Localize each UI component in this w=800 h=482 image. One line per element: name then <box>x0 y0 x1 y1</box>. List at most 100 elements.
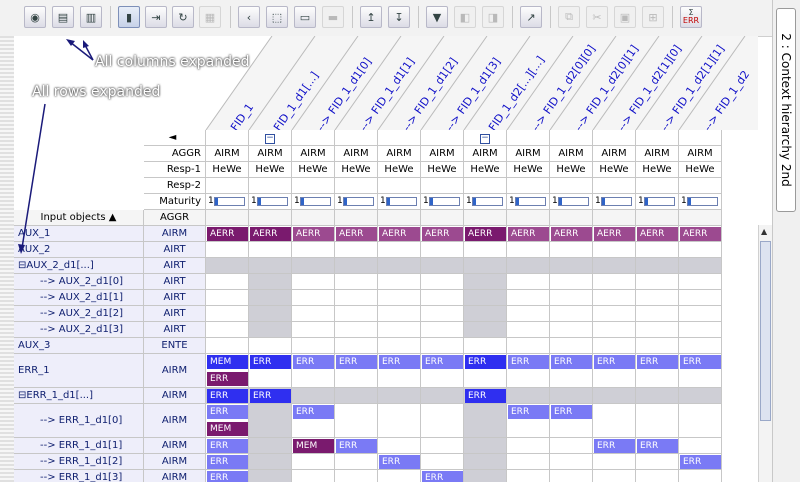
matrix-cell[interactable] <box>421 338 464 354</box>
matrix-cell[interactable] <box>378 404 421 438</box>
matrix-cell[interactable] <box>378 258 421 274</box>
move-icon[interactable]: ⇥ <box>145 6 167 28</box>
cut-cells-icon[interactable]: ⬚ <box>266 6 288 28</box>
matrix-cell[interactable] <box>679 388 722 404</box>
matrix-cell[interactable] <box>550 258 593 274</box>
sort-down-icon[interactable]: ↧ <box>388 6 410 28</box>
matrix-cell[interactable] <box>378 306 421 322</box>
status-chip[interactable]: ERR <box>680 455 721 469</box>
matrix-cell[interactable] <box>206 338 249 354</box>
status-chip[interactable]: MEM <box>207 422 248 436</box>
expand-rows-icon[interactable]: ◉ <box>24 6 46 28</box>
status-chip[interactable]: ERR <box>379 455 420 469</box>
input-objects-header[interactable]: Input objects ▲ <box>14 210 144 226</box>
row-name[interactable]: --> ERR_1_d1[3] <box>14 470 144 482</box>
matrix-cell[interactable] <box>679 470 722 482</box>
matrix-cell[interactable] <box>679 242 722 258</box>
comment-icon[interactable]: ▬ <box>322 6 344 28</box>
matrix-cell[interactable] <box>464 274 507 290</box>
matrix-cell[interactable] <box>636 290 679 306</box>
matrix-cell[interactable] <box>249 470 292 482</box>
matrix-cell[interactable] <box>378 322 421 338</box>
matrix-cell[interactable] <box>550 242 593 258</box>
matrix-cell[interactable] <box>292 274 335 290</box>
matrix-cell[interactable] <box>335 322 378 338</box>
matrix-cell[interactable] <box>206 322 249 338</box>
matrix-cell[interactable] <box>636 470 679 482</box>
matrix-cell[interactable] <box>679 274 722 290</box>
collapse-icon[interactable]: ▤ <box>52 6 74 28</box>
matrix-cell[interactable] <box>335 290 378 306</box>
header-cell-nav[interactable] <box>335 130 378 146</box>
status-chip[interactable]: AERR <box>637 227 678 241</box>
header-cell-nav[interactable] <box>636 130 679 146</box>
matrix-cell[interactable] <box>292 290 335 306</box>
row-name[interactable]: AUX_1 <box>14 226 144 242</box>
edit-icon[interactable]: ▭ <box>294 6 316 28</box>
matrix-cell[interactable] <box>464 258 507 274</box>
matrix-cell[interactable] <box>550 388 593 404</box>
matrix-cell[interactable] <box>292 338 335 354</box>
matrix-cell[interactable] <box>507 338 550 354</box>
matrix-cell[interactable] <box>679 338 722 354</box>
status-chip[interactable]: AERR <box>551 227 592 241</box>
export-icon[interactable]: ↗ <box>520 6 542 28</box>
matrix-cell[interactable] <box>464 438 507 454</box>
matrix-cell[interactable] <box>636 306 679 322</box>
status-chip[interactable]: ERR <box>336 439 377 453</box>
matrix-cell[interactable] <box>507 242 550 258</box>
matrix-cell[interactable] <box>550 454 593 470</box>
matrix-cell[interactable] <box>421 258 464 274</box>
matrix-cell[interactable] <box>206 306 249 322</box>
row-name[interactable]: --> AUX_2_d1[2] <box>14 306 144 322</box>
header-cell-nav[interactable] <box>507 130 550 146</box>
status-chip[interactable]: AERR <box>508 227 549 241</box>
matrix-cell[interactable] <box>507 438 550 454</box>
aggr-column-header[interactable]: AGGR <box>144 210 206 226</box>
header-cell-nav[interactable] <box>679 130 722 146</box>
paste-icon[interactable]: ▣ <box>614 6 636 28</box>
matrix-cell[interactable] <box>507 258 550 274</box>
sigma-err-icon[interactable]: Σ ERR <box>680 6 702 28</box>
row-name[interactable]: ⊟AUX_2_d1[...] <box>14 258 144 274</box>
status-chip[interactable]: ERR <box>465 389 506 403</box>
copy-icon[interactable]: ⧉ <box>558 6 580 28</box>
status-chip[interactable]: ERR <box>637 355 678 369</box>
row-name[interactable]: --> AUX_2_d1[0] <box>14 274 144 290</box>
matrix-cell[interactable] <box>593 454 636 470</box>
refresh-icon[interactable]: ↻ <box>172 6 194 28</box>
matrix-cell[interactable] <box>679 258 722 274</box>
matrix-cell[interactable] <box>421 306 464 322</box>
status-chip[interactable]: AERR <box>293 227 334 241</box>
status-chip[interactable]: ERR <box>250 389 291 403</box>
matrix-cell[interactable] <box>206 290 249 306</box>
matrix-cell[interactable] <box>507 454 550 470</box>
status-chip[interactable]: ERR <box>293 355 334 369</box>
matrix-cell[interactable] <box>507 290 550 306</box>
matrix-cell[interactable] <box>507 274 550 290</box>
matrix-cell[interactable] <box>292 306 335 322</box>
matrix-cell[interactable] <box>249 322 292 338</box>
header-row-label-nav[interactable]: ◄ <box>144 130 206 146</box>
status-chip[interactable]: ERR <box>250 355 291 369</box>
matrix-cell[interactable] <box>249 274 292 290</box>
row-name[interactable]: ⊟ERR_1_d1[...] <box>14 388 144 404</box>
matrix-cell[interactable] <box>292 322 335 338</box>
matrix-cell[interactable] <box>593 338 636 354</box>
matrix-cell[interactable] <box>464 290 507 306</box>
matrix-cell[interactable] <box>464 470 507 482</box>
matrix-cell[interactable] <box>206 258 249 274</box>
matrix-cell[interactable] <box>550 322 593 338</box>
select-mode-icon[interactable]: ▮ <box>118 6 140 28</box>
row-name[interactable]: AUX_2 <box>14 242 144 258</box>
matrix-cell[interactable] <box>292 454 335 470</box>
matrix-cell[interactable] <box>550 274 593 290</box>
matrix-cell[interactable] <box>249 258 292 274</box>
matrix-cell[interactable] <box>593 258 636 274</box>
matrix-cell[interactable] <box>550 338 593 354</box>
matrix-cell[interactable] <box>593 290 636 306</box>
status-chip[interactable]: ERR <box>680 355 721 369</box>
matrix-cell[interactable] <box>464 338 507 354</box>
collapse-column-icon[interactable]: − <box>265 134 275 144</box>
matrix-cell[interactable] <box>464 242 507 258</box>
